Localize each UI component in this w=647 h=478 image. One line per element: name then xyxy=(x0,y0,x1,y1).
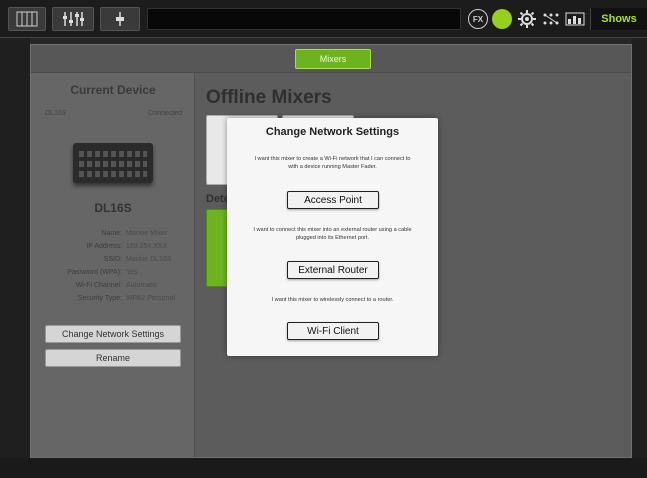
settings-gear-icon[interactable] xyxy=(516,9,538,29)
info-key: IP Address: xyxy=(86,243,122,250)
info-row: Security Type: WPA2 Personal xyxy=(31,295,195,302)
offline-mixers-title: Offline Mixers xyxy=(206,87,332,108)
current-device-column: Current Device DL16S Connected DL16S Nam… xyxy=(31,73,195,457)
grid-icon xyxy=(16,11,38,27)
external-router-label: External Router xyxy=(298,264,368,276)
fx-label: FX xyxy=(472,14,484,24)
mixers-tab-label: Mixers xyxy=(319,54,347,64)
routing-icon[interactable] xyxy=(540,9,562,29)
wifi-client-label: Wi-Fi Client xyxy=(307,325,359,337)
info-key: Wi-Fi Channel: xyxy=(75,282,122,289)
channel-name-display[interactable] xyxy=(147,8,461,30)
wifi-client-button[interactable]: Wi-Fi Client xyxy=(287,322,379,340)
info-key: Password (WPA): xyxy=(67,269,122,276)
connection-status-icon[interactable] xyxy=(492,9,512,29)
info-value: WPA2 Personal xyxy=(126,295,175,302)
current-device-heading: Current Device xyxy=(70,83,156,97)
mixers-tab[interactable]: Mixers xyxy=(295,49,371,69)
shows-label: Shows xyxy=(601,13,637,25)
faders-icon xyxy=(63,12,84,26)
wifi-client-description: I want this mixer to wirelessly connect … xyxy=(271,297,394,303)
info-row: IP Address: 169.254.XXX xyxy=(31,243,195,250)
meters-icon[interactable] xyxy=(564,9,586,29)
rename-label: Rename xyxy=(95,353,131,363)
info-value: 169.254.XXX xyxy=(126,243,168,250)
info-value: Automatic xyxy=(126,282,158,289)
fx-button[interactable]: FX xyxy=(468,9,488,29)
external-router-button[interactable]: External Router xyxy=(287,261,379,279)
background-channel-strip-right xyxy=(632,38,647,478)
device-model-small: DL16S xyxy=(45,110,67,117)
access-point-label: Access Point xyxy=(304,194,362,206)
fader-icon xyxy=(116,12,124,26)
info-key: SSID: xyxy=(103,256,122,263)
info-row: Wi-Fi Channel: Automatic xyxy=(31,282,195,289)
info-value: Mackie DL16S xyxy=(126,256,172,263)
change-network-settings-label: Change Network Settings xyxy=(61,329,165,339)
external-router-description: I want to connect this mixer into an ext… xyxy=(253,227,412,241)
single-channel-button[interactable] xyxy=(100,7,140,31)
shows-button[interactable]: Shows xyxy=(590,8,647,30)
info-value: Yes xyxy=(126,269,138,276)
access-point-description: I want this mixer to create a Wi-Fi netw… xyxy=(254,156,411,170)
change-network-settings-button[interactable]: Change Network Settings xyxy=(45,325,181,343)
top-toolbar: FX Shows xyxy=(0,0,647,38)
device-status-small: Connected xyxy=(148,110,182,117)
info-row: Password (WPA): Yes xyxy=(31,269,195,276)
change-network-settings-dialog: Change Network Settings I want this mixe… xyxy=(227,118,438,356)
mixer-device-image xyxy=(73,143,153,183)
info-key: Security Type: xyxy=(77,295,122,302)
app-root: FX Shows Mixers Current Device DL16S Con… xyxy=(0,0,647,478)
info-value: Mackie Mixer xyxy=(126,230,168,237)
device-name: DL16S xyxy=(94,201,132,215)
info-key: Name: xyxy=(101,230,122,237)
info-row: SSID: Mackie DL16S xyxy=(31,256,195,263)
dialog-title: Change Network Settings xyxy=(265,126,400,138)
channel-view-button[interactable] xyxy=(8,7,46,31)
background-channel-strip-left xyxy=(0,38,30,478)
info-row: Name: Mackie Mixer xyxy=(31,230,195,237)
mixer-view-button[interactable] xyxy=(52,7,94,31)
rename-button[interactable]: Rename xyxy=(45,349,181,367)
access-point-button[interactable]: Access Point xyxy=(287,191,379,209)
panel-tab-bar: Mixers xyxy=(31,45,631,73)
background-bottom-bar xyxy=(0,458,647,478)
